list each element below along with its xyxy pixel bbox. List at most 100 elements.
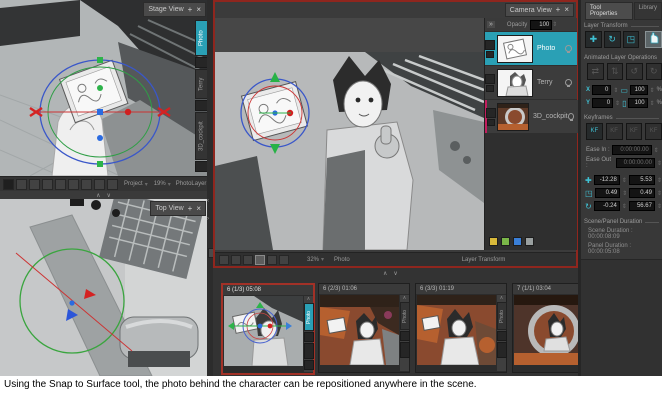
- spinner-icon[interactable]: ⇕: [650, 100, 655, 107]
- width-scale-field[interactable]: 100: [630, 85, 648, 95]
- opacity-field[interactable]: 100: [530, 20, 552, 30]
- camera-view-tab[interactable]: Camera View + ×: [505, 3, 574, 17]
- panel-layer-tab-photo[interactable]: Photo: [400, 302, 410, 330]
- panel-layer-tab-photo[interactable]: Photo: [497, 302, 507, 330]
- next-keyframe-button[interactable]: KF: [645, 123, 662, 140]
- splitter-up-icon[interactable]: ∧: [383, 270, 387, 277]
- flip-vertical-button[interactable]: ⇅: [607, 63, 624, 80]
- stage-layer-dropdown[interactable]: PhotoLayer: [176, 181, 207, 187]
- view-mode-icon[interactable]: [219, 255, 229, 265]
- collapse-caret-icon[interactable]: ∧: [307, 297, 311, 302]
- opacity-spinner-icon[interactable]: ⇕: [552, 21, 557, 28]
- collapse-panel-icon[interactable]: »: [487, 21, 495, 28]
- add-keyframe-button[interactable]: KF: [586, 123, 603, 140]
- splitter-up-icon[interactable]: ∧: [96, 192, 100, 199]
- spinner-icon[interactable]: ⇕: [657, 203, 662, 210]
- folder-icon[interactable]: [489, 237, 498, 246]
- height-scale-field[interactable]: 100: [628, 98, 647, 108]
- view-mode-icon[interactable]: [243, 255, 253, 265]
- collapse-caret-icon[interactable]: ∧: [500, 296, 504, 301]
- rotation-field-2[interactable]: 56.67: [629, 201, 655, 211]
- strip-chevron-left-icon[interactable]: ‹: [207, 198, 209, 204]
- rotate-cw-button[interactable]: ↻: [646, 63, 662, 80]
- spinner-icon[interactable]: ⇕: [622, 203, 627, 210]
- pencil-icon[interactable]: [501, 237, 510, 246]
- spinner-icon[interactable]: ⇕: [657, 160, 662, 167]
- ease-in-field[interactable]: 0:00:00.00: [612, 145, 652, 155]
- layer-visibility-lightbulb-icon[interactable]: [565, 45, 572, 52]
- layer-visibility-lightbulb-icon[interactable]: [568, 113, 574, 120]
- view-mode-icon-active[interactable]: [255, 255, 265, 265]
- spinner-icon[interactable]: ⇕: [615, 100, 620, 107]
- splitter-down-icon[interactable]: ∨: [107, 192, 111, 199]
- view-mode-icon[interactable]: [231, 255, 241, 265]
- spinner-icon[interactable]: ⇕: [622, 190, 627, 197]
- lock-icon[interactable]: [525, 237, 534, 246]
- top-add-icon[interactable]: +: [188, 205, 193, 213]
- camera-bottom-splitter[interactable]: ∧ ∨: [383, 270, 398, 277]
- tab-library[interactable]: Library: [634, 2, 662, 20]
- spinner-icon[interactable]: ⇕: [613, 87, 618, 94]
- view-mode-icon[interactable]: [279, 255, 289, 265]
- spinner-icon[interactable]: ⇕: [657, 177, 662, 184]
- spinner-icon[interactable]: ⇕: [622, 177, 627, 184]
- panel-layer-tab-photo[interactable]: Photo: [304, 303, 314, 331]
- camera-close-icon[interactable]: ×: [564, 6, 569, 14]
- strip-chevron-right-icon[interactable]: ›: [207, 216, 209, 222]
- rotation-field[interactable]: -0.24: [594, 201, 620, 211]
- stage-tool-icon[interactable]: [107, 179, 118, 190]
- stage-tool-icon[interactable]: [42, 179, 53, 190]
- scale-x-field[interactable]: 0.49: [595, 188, 621, 198]
- tab-tool-properties[interactable]: Tool Properties: [585, 2, 633, 20]
- stage-tool-icon[interactable]: [94, 179, 105, 190]
- stage-project-dropdown[interactable]: Project: [124, 181, 143, 187]
- position-x-field[interactable]: -12.28: [594, 175, 620, 185]
- stage-tool-icon[interactable]: [81, 179, 92, 190]
- scale-tool-button[interactable]: ◳: [623, 31, 640, 48]
- top-view-tab[interactable]: Top View + ×: [150, 201, 206, 216]
- stage-top-splitter[interactable]: ∧ ∨: [0, 191, 207, 199]
- ease-in-row: Ease In : 0:00:00.00 ⇕: [586, 145, 662, 155]
- snap-to-surface-button[interactable]: [645, 31, 662, 48]
- layer-visibility-lightbulb-icon[interactable]: [565, 79, 572, 86]
- stage-tool-icon[interactable]: [16, 179, 27, 190]
- stage-tool-icon[interactable]: [55, 179, 66, 190]
- camera-zoom-dropdown[interactable]: 32%: [307, 257, 319, 263]
- rotate-ccw-button[interactable]: ↺: [626, 63, 643, 80]
- delete-keyframe-button[interactable]: KF: [606, 123, 623, 140]
- prev-keyframe-button[interactable]: KF: [626, 123, 643, 140]
- translate-tool-button[interactable]: ✚: [585, 31, 602, 48]
- panel-thumbnail-2[interactable]: 6 (2/3) 01:06 ∧ Photo: [318, 283, 410, 373]
- offset-y-field[interactable]: 0: [592, 98, 613, 108]
- stage-tool-icon[interactable]: [29, 179, 40, 190]
- top-viewport-canvas[interactable]: [0, 199, 207, 376]
- stage-close-icon[interactable]: ×: [196, 6, 201, 14]
- stage-tool-icon[interactable]: [68, 179, 79, 190]
- globe-icon[interactable]: [513, 237, 522, 246]
- stage-viewport-canvas[interactable]: [0, 0, 207, 176]
- splitter-down-icon[interactable]: ∨: [393, 270, 397, 277]
- offset-x-field[interactable]: 0: [592, 85, 611, 95]
- collapse-caret-icon[interactable]: ∧: [403, 296, 407, 301]
- panel-thumbnail-1[interactable]: 6 (1/3) 05:08 ∧ Photo: [221, 283, 315, 375]
- ease-out-field[interactable]: 0:00:00.00: [616, 158, 655, 168]
- layer-row-photo[interactable]: Photo: [485, 32, 577, 65]
- stage-tool-icon[interactable]: [3, 179, 14, 190]
- spinner-icon[interactable]: ⇕: [654, 147, 659, 154]
- layer-row-3d-cockpit[interactable]: 3D_cockpit: [485, 100, 579, 133]
- camera-viewport-canvas[interactable]: [215, 18, 484, 250]
- panel-thumbnail-3[interactable]: 6 (3/3) 01:19 ∧ Photo: [415, 283, 507, 373]
- spinner-icon[interactable]: ⇕: [657, 190, 662, 197]
- position-y-field[interactable]: 5.53: [629, 175, 655, 185]
- top-close-icon[interactable]: ×: [196, 205, 201, 213]
- stage-add-icon[interactable]: +: [188, 6, 193, 14]
- camera-add-icon[interactable]: +: [556, 6, 561, 14]
- stage-zoom-dropdown[interactable]: 19%: [154, 181, 166, 187]
- spinner-icon[interactable]: ⇕: [650, 87, 655, 94]
- flip-horizontal-button[interactable]: ⇄: [587, 63, 604, 80]
- layer-row-terry[interactable]: Terry: [485, 66, 577, 99]
- view-mode-icon[interactable]: [267, 255, 277, 265]
- scale-y-field[interactable]: 0.49: [629, 188, 655, 198]
- rotate-tool-button[interactable]: ↻: [604, 31, 621, 48]
- stage-view-tab[interactable]: Stage View + ×: [143, 2, 206, 17]
